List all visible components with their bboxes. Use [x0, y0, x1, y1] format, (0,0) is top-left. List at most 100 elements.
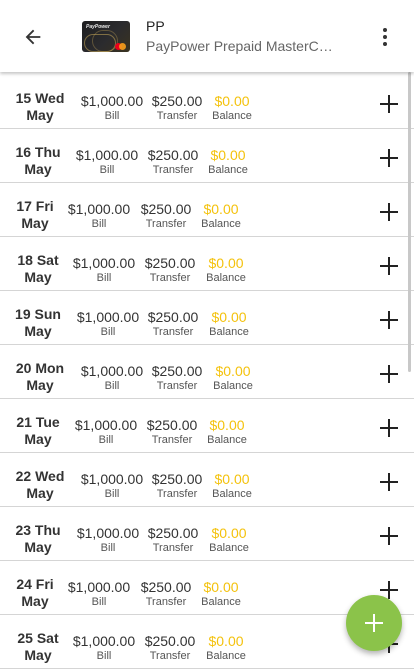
balance-column: $0.00 Balance [201, 579, 241, 609]
bill-amount: $1,000.00 [80, 93, 144, 109]
scrollbar[interactable] [408, 72, 411, 372]
balance-amount: $0.00 [203, 201, 239, 217]
add-entry-button[interactable] [377, 470, 401, 494]
add-entry-button[interactable] [377, 416, 401, 440]
account-title: PP [146, 18, 165, 34]
row-date-day: 21 Tue [16, 414, 60, 430]
plus-icon [380, 365, 398, 383]
bill-amount: $1,000.00 [76, 309, 140, 325]
balance-amount: $0.00 [214, 471, 250, 487]
balance-label: Balance [209, 326, 249, 338]
transfer-label: Transfer [152, 326, 194, 338]
bill-label: Bill [100, 542, 116, 554]
balance-label: Balance [213, 380, 253, 392]
row-date: 22 Wed May [16, 468, 65, 502]
transfer-column: $250.00 Transfer [145, 633, 196, 663]
schedule-row[interactable]: 22 Wed May $1,000.00 Bill $250.00 Transf… [0, 453, 414, 507]
app-bar: PayPower PP PayPower Prepaid MasterCard [0, 0, 414, 72]
transfer-column: $250.00 Transfer [152, 363, 203, 393]
row-date-day: 15 Wed [15, 90, 65, 106]
balance-amount: $0.00 [203, 579, 239, 595]
bill-column: $1,000.00 Bill [81, 363, 143, 393]
plus-icon [380, 473, 398, 491]
row-date-day: 18 Sat [17, 252, 59, 268]
add-entry-button[interactable] [377, 524, 401, 548]
bill-amount: $1,000.00 [80, 471, 144, 487]
bill-column: $1,000.00 Bill [81, 471, 143, 501]
transfer-label: Transfer [152, 542, 194, 554]
transfer-column: $250.00 Transfer [148, 525, 199, 555]
row-date-month: May [21, 215, 49, 231]
transfer-amount: $250.00 [151, 93, 203, 109]
bill-label: Bill [96, 650, 112, 662]
add-entry-button[interactable] [377, 308, 401, 332]
balance-label: Balance [206, 650, 246, 662]
schedule-row[interactable]: 21 Tue May $1,000.00 Bill $250.00 Transf… [0, 399, 414, 453]
plus-icon [380, 419, 398, 437]
row-date-day: 24 Fri [16, 576, 54, 592]
bill-label: Bill [104, 488, 120, 500]
schedule-row[interactable]: 16 Thu May $1,000.00 Bill $250.00 Transf… [0, 129, 414, 183]
bill-label: Bill [100, 326, 116, 338]
schedule-row[interactable]: 18 Sat May $1,000.00 Bill $250.00 Transf… [0, 237, 414, 291]
bill-column: $1,000.00 Bill [75, 417, 137, 447]
add-entry-button[interactable] [377, 92, 401, 116]
row-date-day: 16 Thu [15, 144, 61, 160]
transfer-column: $250.00 Transfer [148, 309, 199, 339]
balance-column: $0.00 Balance [208, 147, 248, 177]
balance-column: $0.00 Balance [213, 363, 253, 393]
bill-label: Bill [99, 164, 115, 176]
arrow-back-icon [25, 29, 41, 45]
row-date: 20 Mon May [16, 360, 64, 394]
row-date: 23 Thu May [15, 522, 60, 556]
balance-label: Balance [208, 164, 248, 176]
bill-amount: $1,000.00 [74, 417, 138, 433]
balance-amount: $0.00 [209, 417, 245, 433]
balance-label: Balance [207, 434, 247, 446]
add-fab-button[interactable] [346, 595, 402, 651]
bill-label: Bill [96, 272, 112, 284]
bill-amount: $1,000.00 [67, 579, 131, 595]
schedule-row[interactable]: 19 Sun May $1,000.00 Bill $250.00 Transf… [0, 291, 414, 345]
row-date: 24 Fri May [16, 576, 53, 610]
more-vert-icon [383, 28, 387, 46]
balance-column: $0.00 Balance [207, 417, 247, 447]
overflow-menu-button[interactable] [375, 26, 395, 48]
bill-label: Bill [91, 218, 107, 230]
transfer-column: $250.00 Transfer [145, 255, 196, 285]
account-subtitle: PayPower Prepaid MasterCard [146, 38, 338, 54]
transfer-label: Transfer [156, 110, 198, 122]
bill-amount: $1,000.00 [72, 633, 136, 649]
bill-amount: $1,000.00 [72, 255, 136, 271]
schedule-row[interactable]: 17 Fri May $1,000.00 Bill $250.00 Transf… [0, 183, 414, 237]
add-entry-button[interactable] [377, 254, 401, 278]
transfer-column: $250.00 Transfer [141, 201, 192, 231]
transfer-label: Transfer [149, 272, 191, 284]
back-button[interactable] [22, 26, 44, 48]
transfer-amount: $250.00 [147, 309, 199, 325]
plus-icon [380, 257, 398, 275]
bill-label: Bill [104, 110, 120, 122]
bill-label: Bill [98, 434, 114, 446]
add-entry-button[interactable] [377, 146, 401, 170]
schedule-row[interactable]: 15 Wed May $1,000.00 Bill $250.00 Transf… [0, 75, 414, 129]
row-date-month: May [26, 377, 54, 393]
add-entry-button[interactable] [377, 200, 401, 224]
transfer-column: $250.00 Transfer [147, 417, 198, 447]
row-date-month: May [24, 161, 52, 177]
balance-amount: $0.00 [208, 255, 244, 271]
balance-amount: $0.00 [208, 633, 244, 649]
bill-label: Bill [104, 380, 120, 392]
plus-icon [380, 311, 398, 329]
schedule-row[interactable]: 20 Mon May $1,000.00 Bill $250.00 Transf… [0, 345, 414, 399]
transfer-label: Transfer [149, 650, 191, 662]
transfer-column: $250.00 Transfer [152, 93, 203, 123]
transfer-label: Transfer [152, 164, 194, 176]
transfer-label: Transfer [156, 488, 198, 500]
row-date: 16 Thu May [15, 144, 60, 178]
balance-label: Balance [212, 488, 252, 500]
add-entry-button[interactable] [377, 362, 401, 386]
balance-label: Balance [212, 110, 252, 122]
schedule-row[interactable]: 23 Thu May $1,000.00 Bill $250.00 Transf… [0, 507, 414, 561]
schedule-list: 15 Wed May $1,000.00 Bill $250.00 Transf… [0, 75, 414, 669]
